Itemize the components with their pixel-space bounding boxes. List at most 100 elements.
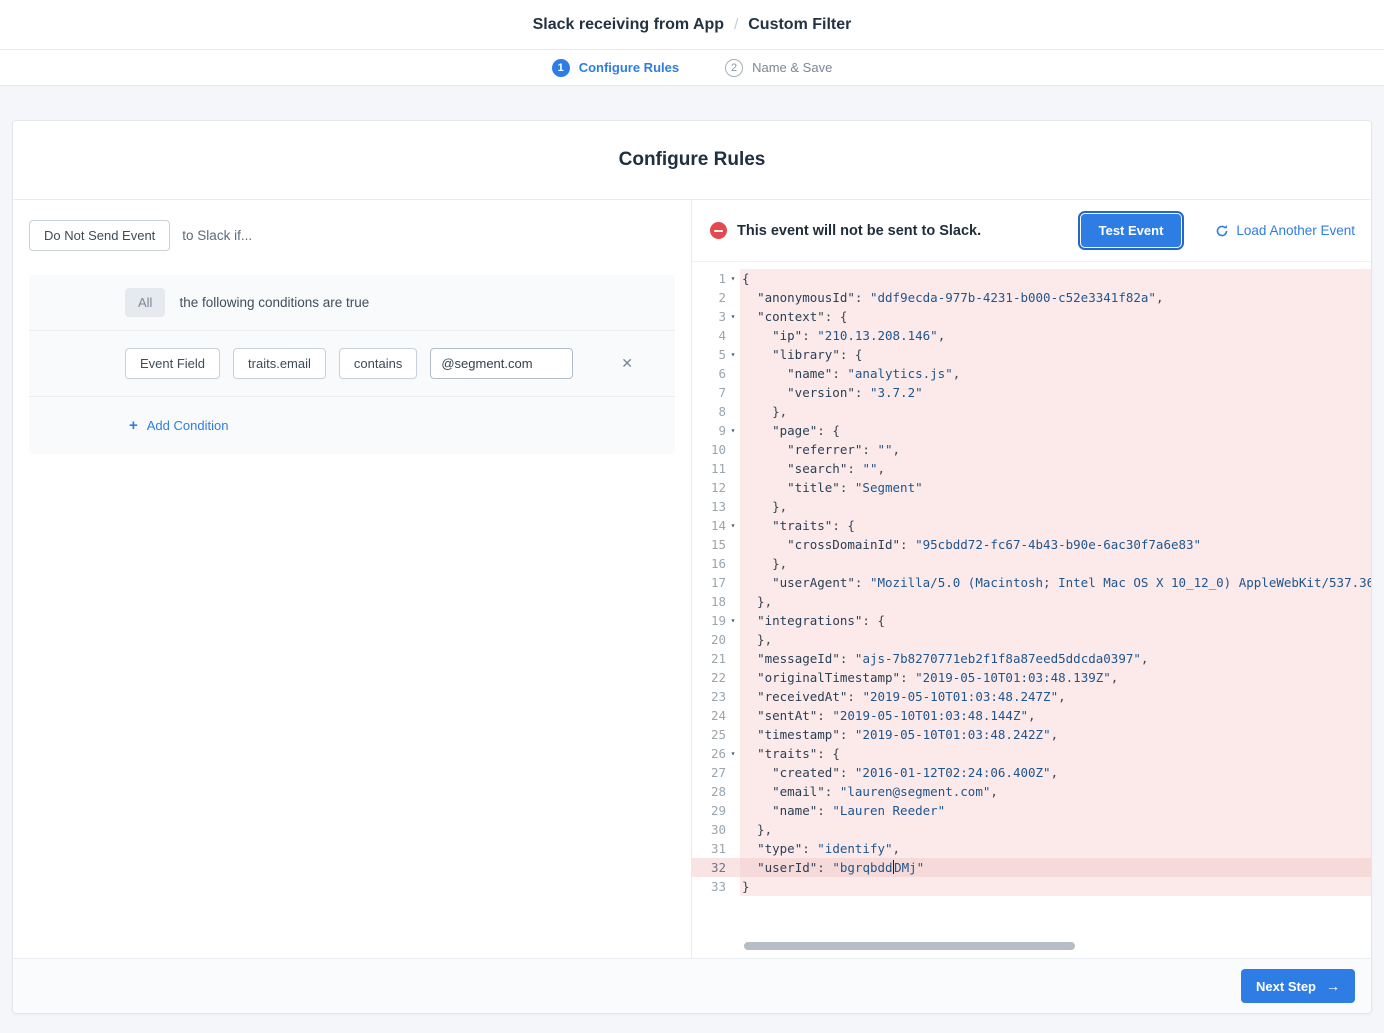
code-line[interactable]: 5▾ "library": {: [692, 345, 1371, 364]
code-content: "page": {: [740, 421, 1371, 440]
remove-condition-icon[interactable]: ✕: [613, 351, 641, 376]
line-number: 15: [696, 535, 726, 554]
load-another-event-link[interactable]: Load Another Event: [1215, 223, 1355, 238]
line-gutter: 11: [692, 459, 740, 478]
code-line[interactable]: 10 "referrer": "",: [692, 440, 1371, 459]
line-number: 24: [696, 706, 726, 725]
fold-toggle-icon[interactable]: ▾: [726, 516, 740, 535]
fold-spacer: [726, 782, 740, 801]
fold-spacer: [726, 497, 740, 516]
code-content: },: [740, 497, 1371, 516]
code-line[interactable]: 24 "sentAt": "2019-05-10T01:03:48.144Z",: [692, 706, 1371, 725]
fold-spacer: [726, 801, 740, 820]
fold-spacer: [726, 839, 740, 858]
line-number: 27: [696, 763, 726, 782]
code-content: "crossDomainId": "95cbdd72-fc67-4b43-b90…: [740, 535, 1371, 554]
code-line[interactable]: 17 "userAgent": "Mozilla/5.0 (Macintosh;…: [692, 573, 1371, 592]
code-content: "integrations": {: [740, 611, 1371, 630]
code-line[interactable]: 19▾ "integrations": {: [692, 611, 1371, 630]
refresh-icon: [1215, 224, 1229, 238]
horizontal-scrollbar[interactable]: [744, 942, 1075, 950]
code-line[interactable]: 15 "crossDomainId": "95cbdd72-fc67-4b43-…: [692, 535, 1371, 554]
fold-spacer: [726, 649, 740, 668]
line-number: 26: [696, 744, 726, 763]
fold-spacer: [726, 383, 740, 402]
line-number: 5: [696, 345, 726, 364]
line-number: 13: [696, 497, 726, 516]
fold-toggle-icon[interactable]: ▾: [726, 345, 740, 364]
code-content: "context": {: [740, 307, 1371, 326]
step-2-label: Name & Save: [752, 60, 832, 75]
code-line[interactable]: 12 "title": "Segment": [692, 478, 1371, 497]
next-step-button[interactable]: Next Step →: [1241, 969, 1355, 1003]
fold-spacer: [726, 687, 740, 706]
add-condition-button[interactable]: + Add Condition: [129, 417, 228, 434]
json-editor[interactable]: 1▾{2 "anonymousId": "ddf9ecda-977b-4231-…: [692, 262, 1371, 958]
operator-button[interactable]: contains: [339, 348, 417, 379]
code-line[interactable]: 2 "anonymousId": "ddf9ecda-977b-4231-b00…: [692, 288, 1371, 307]
line-number: 1: [696, 269, 726, 288]
code-content: "anonymousId": "ddf9ecda-977b-4231-b000-…: [740, 288, 1371, 307]
line-number: 32: [696, 858, 726, 877]
fold-toggle-icon[interactable]: ▾: [726, 611, 740, 630]
code-line[interactable]: 27 "created": "2016-01-12T02:24:06.400Z"…: [692, 763, 1371, 782]
line-number: 28: [696, 782, 726, 801]
step-2-circle: 2: [725, 59, 743, 77]
code-content: "search": "",: [740, 459, 1371, 478]
code-line[interactable]: 1▾{: [692, 269, 1371, 288]
action-suffix-label: to Slack if...: [182, 228, 252, 243]
fold-toggle-icon[interactable]: ▾: [726, 744, 740, 763]
event-preview-panel: This event will not be sent to Slack. Te…: [692, 200, 1371, 958]
code-line[interactable]: 26▾ "traits": {: [692, 744, 1371, 763]
code-line[interactable]: 3▾ "context": {: [692, 307, 1371, 326]
line-number: 11: [696, 459, 726, 478]
code-line[interactable]: 28 "email": "lauren@segment.com",: [692, 782, 1371, 801]
code-line[interactable]: 25 "timestamp": "2019-05-10T01:03:48.242…: [692, 725, 1371, 744]
code-line[interactable]: 32 "userId": "bgrqbddDMj": [692, 858, 1371, 877]
line-gutter: 5▾: [692, 345, 740, 364]
group-operator-badge[interactable]: All: [125, 288, 165, 317]
code-line[interactable]: 8 },: [692, 402, 1371, 421]
fold-toggle-icon[interactable]: ▾: [726, 307, 740, 326]
code-content: },: [740, 630, 1371, 649]
line-gutter: 4: [692, 326, 740, 345]
fold-spacer: [726, 535, 740, 554]
code-line[interactable]: 13 },: [692, 497, 1371, 516]
test-event-button[interactable]: Test Event: [1081, 214, 1182, 247]
code-line[interactable]: 29 "name": "Lauren Reeder": [692, 801, 1371, 820]
condition-value-input[interactable]: [430, 348, 573, 379]
code-line[interactable]: 11 "search": "",: [692, 459, 1371, 478]
fold-toggle-icon[interactable]: ▾: [726, 269, 740, 288]
field-path-button[interactable]: traits.email: [233, 348, 326, 379]
code-line[interactable]: 30 },: [692, 820, 1371, 839]
code-line[interactable]: 22 "originalTimestamp": "2019-05-10T01:0…: [692, 668, 1371, 687]
step-name-save[interactable]: 2 Name & Save: [725, 59, 832, 77]
breadcrumb-primary[interactable]: Slack receiving from App: [533, 16, 724, 34]
status-text: This event will not be sent to Slack.: [737, 223, 981, 239]
step-configure-rules[interactable]: 1 Configure Rules: [552, 59, 679, 77]
code-line[interactable]: 21 "messageId": "ajs-7b8270771eb2f1f8a87…: [692, 649, 1371, 668]
fold-toggle-icon[interactable]: ▾: [726, 421, 740, 440]
action-selector-button[interactable]: Do Not Send Event: [29, 220, 170, 251]
code-line[interactable]: 20 },: [692, 630, 1371, 649]
code-line[interactable]: 6 "name": "analytics.js",: [692, 364, 1371, 383]
fold-spacer: [726, 858, 740, 877]
code-line[interactable]: 14▾ "traits": {: [692, 516, 1371, 535]
line-gutter: 18: [692, 592, 740, 611]
code-line[interactable]: 7 "version": "3.7.2": [692, 383, 1371, 402]
code-content: "created": "2016-01-12T02:24:06.400Z",: [740, 763, 1371, 782]
code-line[interactable]: 23 "receivedAt": "2019-05-10T01:03:48.24…: [692, 687, 1371, 706]
code-content: "timestamp": "2019-05-10T01:03:48.242Z",: [740, 725, 1371, 744]
line-gutter: 25: [692, 725, 740, 744]
code-content: "traits": {: [740, 516, 1371, 535]
field-type-button[interactable]: Event Field: [125, 348, 220, 379]
code-line[interactable]: 16 },: [692, 554, 1371, 573]
code-line[interactable]: 18 },: [692, 592, 1371, 611]
code-line[interactable]: 9▾ "page": {: [692, 421, 1371, 440]
next-step-label: Next Step: [1256, 979, 1316, 994]
code-content: "name": "Lauren Reeder": [740, 801, 1371, 820]
blocked-status-icon: [710, 222, 727, 239]
code-line[interactable]: 33}: [692, 877, 1371, 896]
code-line[interactable]: 4 "ip": "210.13.208.146",: [692, 326, 1371, 345]
code-line[interactable]: 31 "type": "identify",: [692, 839, 1371, 858]
